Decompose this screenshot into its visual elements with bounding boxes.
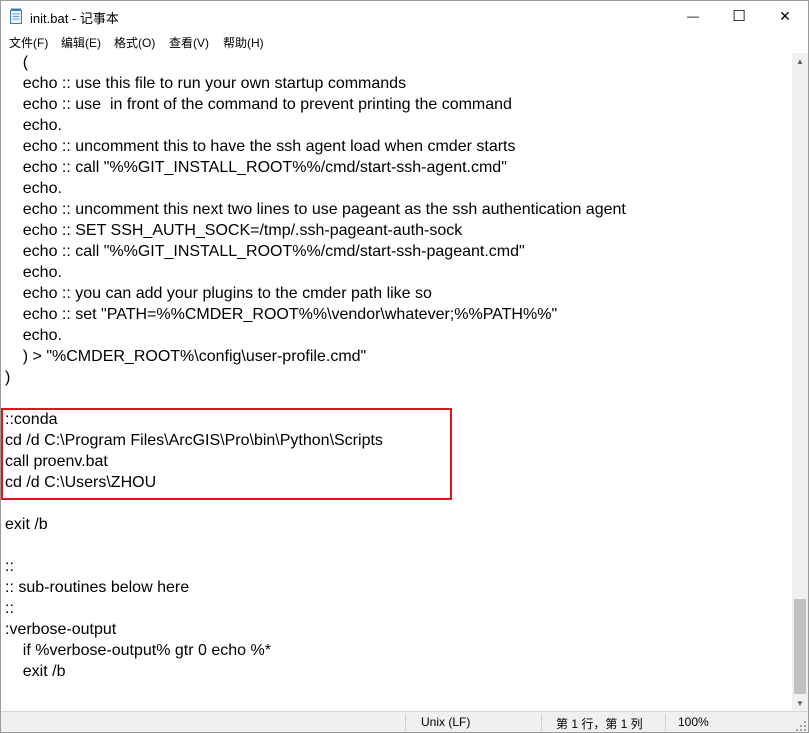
editor-line: ( — [5, 54, 29, 71]
editor-line: if %verbose-output% gtr 0 echo %* — [5, 642, 271, 659]
editor-line: echo :: set "PATH=%%CMDER_ROOT%%\vendor\… — [5, 306, 558, 323]
chevron-up-icon: ▲ — [796, 56, 804, 66]
editor-line: ) — [5, 369, 11, 386]
vertical-scrollbar[interactable]: ▲ ▼ — [792, 53, 808, 711]
editor-line: echo :: SET SSH_AUTH_SOCK=/tmp/.ssh-page… — [5, 222, 463, 239]
window-title: init.bat - 记事本 — [30, 11, 119, 26]
maximize-icon: ☐ — [732, 8, 746, 25]
editor-line: exit /b — [5, 516, 48, 533]
line-ending-status: Unix (LF) — [421, 715, 471, 729]
menu-format[interactable]: 格式(O) — [114, 34, 155, 51]
text-editor[interactable]: ( echo :: use this file to run your own … — [1, 53, 792, 711]
cursor-position-status: 第 1 行，第 1 列 — [556, 717, 643, 731]
notepad-icon — [10, 8, 22, 24]
editor-line: echo :: use this file to run your own st… — [5, 75, 407, 92]
zoom-status: 100% — [678, 715, 709, 729]
editor-line: :: — [5, 600, 14, 617]
scroll-up-button[interactable]: ▲ — [792, 53, 808, 69]
editor-line: echo. — [5, 117, 62, 134]
status-divider — [405, 714, 406, 731]
menu-view[interactable]: 查看(V) — [169, 34, 209, 51]
editor-line: echo :: you can add your plugins to the … — [5, 285, 432, 302]
editor-line: echo. — [5, 264, 62, 281]
close-icon: ✕ — [779, 7, 791, 24]
close-button[interactable]: ✕ — [762, 1, 808, 31]
editor-line: :: — [5, 558, 14, 575]
editor-line: echo :: call "%%GIT_INSTALL_ROOT%%/cmd/s… — [5, 243, 525, 260]
title-bar[interactable]: init.bat - 记事本 — ☐ ✕ — [1, 1, 808, 31]
editor-line: echo :: call "%%GIT_INSTALL_ROOT%%/cmd/s… — [5, 159, 507, 176]
resize-grip-icon[interactable] — [796, 721, 806, 731]
status-divider — [541, 714, 542, 731]
status-divider — [665, 714, 666, 731]
status-bar: Unix (LF) 第 1 行，第 1 列 100% — [1, 711, 808, 732]
menu-help[interactable]: 帮助(H) — [223, 34, 264, 51]
editor-line: :: sub-routines below here — [5, 579, 190, 596]
minimize-icon: — — [687, 9, 699, 23]
menu-bar: 文件(F) 编辑(E) 格式(O) 查看(V) 帮助(H) — [1, 31, 808, 53]
editor-line: ) > "%CMDER_ROOT%\config\user-profile.cm… — [5, 348, 367, 365]
editor-line: exit /b — [5, 663, 66, 680]
scrollbar-thumb[interactable] — [794, 599, 806, 694]
chevron-down-icon: ▼ — [796, 698, 804, 708]
editor-line: echo. — [5, 327, 62, 344]
editor-line: echo. — [5, 180, 62, 197]
notepad-window: init.bat - 记事本 — ☐ ✕ 文件(F) 编辑(E) 格式(O) 查… — [0, 0, 809, 733]
editor-line: echo :: use in front of the command to p… — [5, 96, 512, 113]
menu-file[interactable]: 文件(F) — [9, 34, 48, 51]
menu-edit[interactable]: 编辑(E) — [61, 34, 101, 51]
minimize-button[interactable]: — — [670, 1, 716, 31]
editor-line: echo :: uncomment this next two lines to… — [5, 201, 626, 218]
maximize-button[interactable]: ☐ — [716, 1, 762, 31]
editor-line: echo :: uncomment this to have the ssh a… — [5, 138, 516, 155]
editor-line: :verbose-output — [5, 621, 117, 638]
red-highlight-box — [1, 408, 452, 500]
scroll-down-button[interactable]: ▼ — [792, 695, 808, 711]
